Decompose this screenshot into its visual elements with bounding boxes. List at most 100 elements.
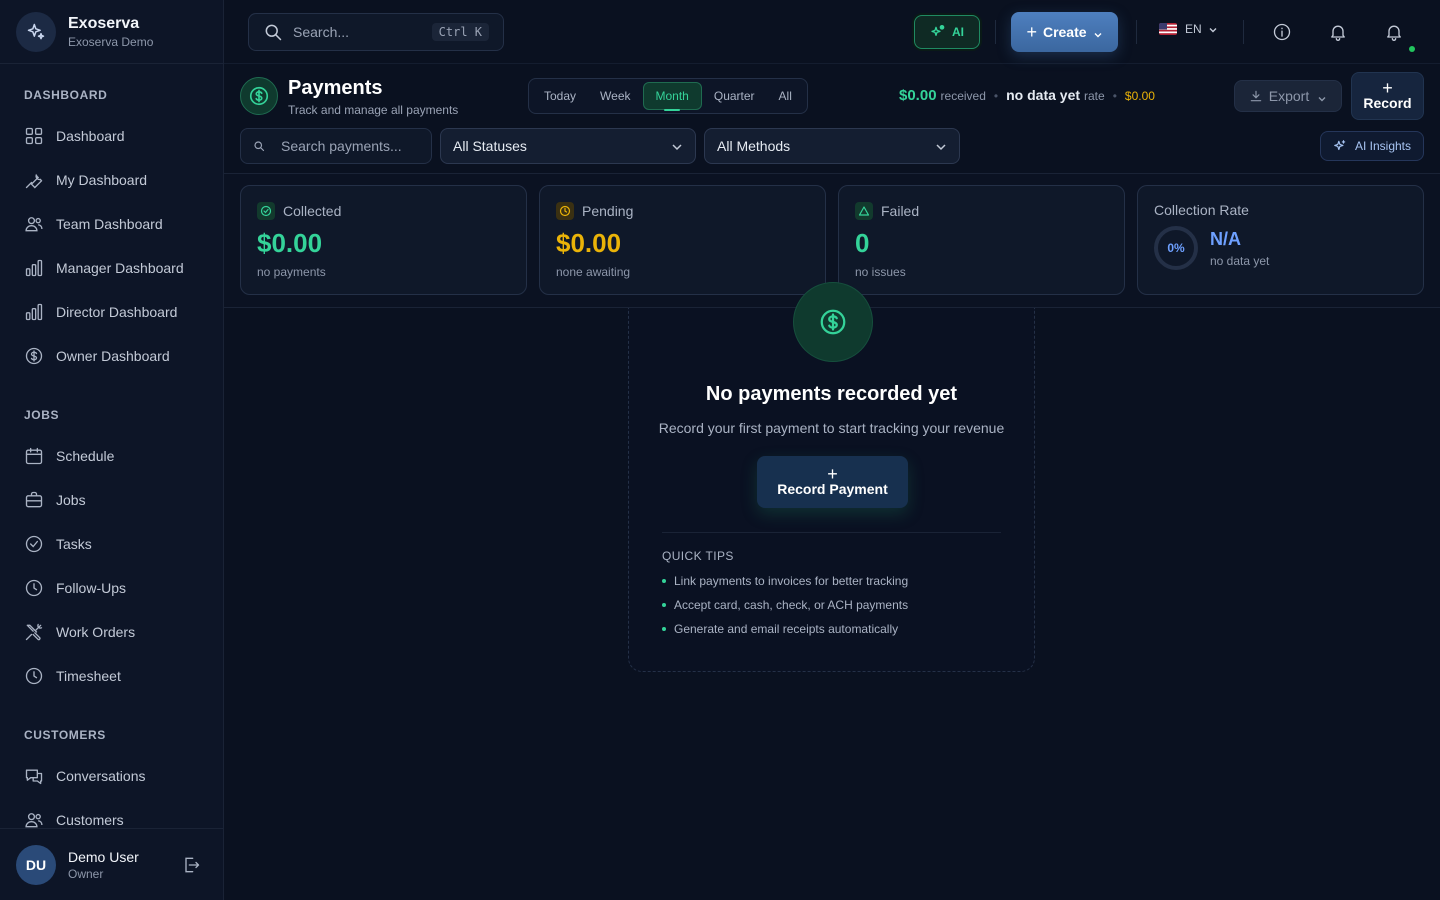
status-filter-select[interactable]: All Statuses [440, 128, 696, 164]
payments-header: Payments Track and manage all payments T… [224, 64, 1440, 174]
chevron-down-icon [935, 140, 947, 152]
nav-section-dashboard: DASHBOARD [24, 88, 108, 102]
kpi-card-collection-rate: Collection Rate 0% N/A no data yet [1137, 185, 1424, 295]
record-payment-label: Record Payment [777, 480, 888, 497]
nav-section-jobs: JOBS [24, 408, 60, 422]
tab-week[interactable]: Week [588, 82, 642, 110]
sidebar-item-label: Manager Dashboard [56, 260, 184, 276]
quick-tip: Link payments to invoices for better tra… [662, 574, 908, 588]
summary-stats: $0.00 received • no data yet rate • $0.0… [899, 87, 1155, 104]
kpi-value: $0.00 [257, 228, 323, 258]
separator-dot: • [1112, 89, 1117, 103]
record-button[interactable]: + Record [1351, 72, 1424, 120]
kpi-card-pending: Pending $0.00 none awaiting [539, 185, 826, 295]
quick-tips-title: QUICK TIPS [662, 549, 734, 563]
kpi-label: Failed [881, 203, 920, 219]
sidebar-item-jobs[interactable]: Jobs [12, 482, 212, 518]
ai-button[interactable]: AI [914, 15, 980, 49]
sidebar-item-label: Tasks [56, 536, 92, 552]
sidebar-item-label: Team Dashboard [56, 216, 163, 232]
tab-quarter[interactable]: Quarter [702, 82, 767, 110]
user-profile[interactable]: DU Demo User Owner [0, 828, 223, 900]
quick-tip-text: Accept card, cash, check, or ACH payment… [674, 598, 909, 612]
sidebar-item-schedule[interactable]: Schedule [12, 438, 212, 474]
calendar-icon [24, 446, 44, 466]
chevron-down-icon [671, 140, 683, 152]
search-icon [253, 140, 265, 152]
search-input[interactable]: Search... [293, 24, 432, 40]
export-label: Export [1268, 88, 1310, 104]
us-flag-icon [1159, 23, 1177, 35]
method-filter-select[interactable]: All Methods [704, 128, 960, 164]
logout-icon[interactable] [181, 855, 201, 875]
export-button[interactable]: Export [1234, 80, 1342, 112]
sidebar-item-label: Jobs [56, 492, 86, 508]
brand[interactable]: Exoserva Exoserva Demo [0, 0, 223, 64]
sidebar-item-conversations[interactable]: Conversations [12, 758, 212, 794]
create-button[interactable]: + Create [1011, 12, 1118, 52]
language-selector[interactable]: EN [1159, 22, 1218, 36]
kpi-value: $0.00 [556, 228, 622, 258]
plus-icon: + [827, 463, 838, 484]
kpi-value: N/A [1210, 228, 1241, 249]
sidebar-item-follow-ups[interactable]: Follow-Ups [12, 570, 212, 606]
sidebar-item-dashboard[interactable]: Dashboard [12, 118, 212, 154]
avatar[interactable]: DU [16, 844, 56, 885]
download-icon [1249, 89, 1263, 103]
sidebar-item-work-orders[interactable]: Work Orders [12, 614, 212, 650]
grid-icon [24, 126, 44, 146]
sidebar-item-team-dashboard[interactable]: Team Dashboard [12, 206, 212, 242]
sidebar-item-label: Work Orders [56, 624, 136, 640]
kpi-label: Collection Rate [1154, 202, 1249, 218]
payments-search[interactable]: Search payments... [240, 128, 432, 164]
brand-name: Exoserva [68, 14, 140, 32]
brand-subtitle: Exoserva Demo [68, 34, 154, 49]
sidebar-item-label: Follow-Ups [56, 580, 127, 596]
sidebar-item-manager-dashboard[interactable]: Manager Dashboard [12, 250, 212, 286]
sidebar-item-label: Owner Dashboard [56, 348, 170, 364]
notifications-icon[interactable] [1384, 22, 1404, 42]
bar-chart-icon [24, 302, 44, 322]
empty-state: No payments recorded yet Record your fir… [628, 282, 1035, 672]
divider [662, 532, 1001, 533]
tools-icon [24, 622, 44, 642]
sidebar-item-director-dashboard[interactable]: Director Dashboard [12, 294, 212, 330]
kpi-note: none awaiting [556, 265, 631, 279]
bell-icon[interactable] [1328, 22, 1348, 42]
sidebar: Exoserva Exoserva Demo DASHBOARD Dashboa… [0, 0, 224, 900]
dollar-circle-icon [793, 282, 873, 362]
global-search[interactable]: Search... Ctrl K [248, 13, 504, 51]
record-label: Record [1363, 94, 1412, 111]
record-payment-button[interactable]: + Record Payment [757, 456, 908, 508]
sidebar-item-my-dashboard[interactable]: My Dashboard [12, 162, 212, 198]
user-role: Owner [68, 866, 104, 881]
payments-search-input[interactable]: Search payments... [281, 138, 402, 154]
tab-month[interactable]: Month [642, 82, 702, 111]
users-icon [24, 810, 44, 830]
bullet [662, 579, 666, 583]
info-icon[interactable] [1272, 22, 1292, 42]
empty-state-subtitle: Record your first payment to start track… [658, 420, 1005, 436]
create-button-label: Create [1042, 24, 1087, 40]
bar-chart-icon [24, 258, 44, 278]
page-title: Payments [288, 77, 383, 99]
user-name: Demo User [68, 848, 139, 865]
sidebar-item-owner-dashboard[interactable]: Owner Dashboard [12, 338, 212, 374]
warning-triangle-icon [855, 202, 873, 220]
clock-icon [556, 202, 574, 220]
sidebar-item-timesheet[interactable]: Timesheet [12, 658, 212, 694]
nav-section-customers: CUSTOMERS [24, 728, 106, 742]
tab-today[interactable]: Today [532, 82, 588, 110]
keyboard-shortcut: Ctrl K [431, 23, 489, 41]
search-icon [263, 22, 283, 42]
separator-dot: • [993, 89, 999, 103]
sidebar-item-label: Schedule [56, 448, 115, 464]
kpi-note: no issues [855, 265, 906, 279]
tab-all[interactable]: All [767, 82, 804, 110]
sidebar-item-label: Dashboard [56, 128, 125, 144]
sidebar-item-tasks[interactable]: Tasks [12, 526, 212, 562]
sidebar-item-label: Conversations [56, 768, 146, 784]
page-subtitle: Track and manage all payments [288, 103, 459, 117]
ai-insights-button[interactable]: AI Insights [1320, 131, 1424, 161]
kpi-note: no payments [257, 265, 326, 279]
